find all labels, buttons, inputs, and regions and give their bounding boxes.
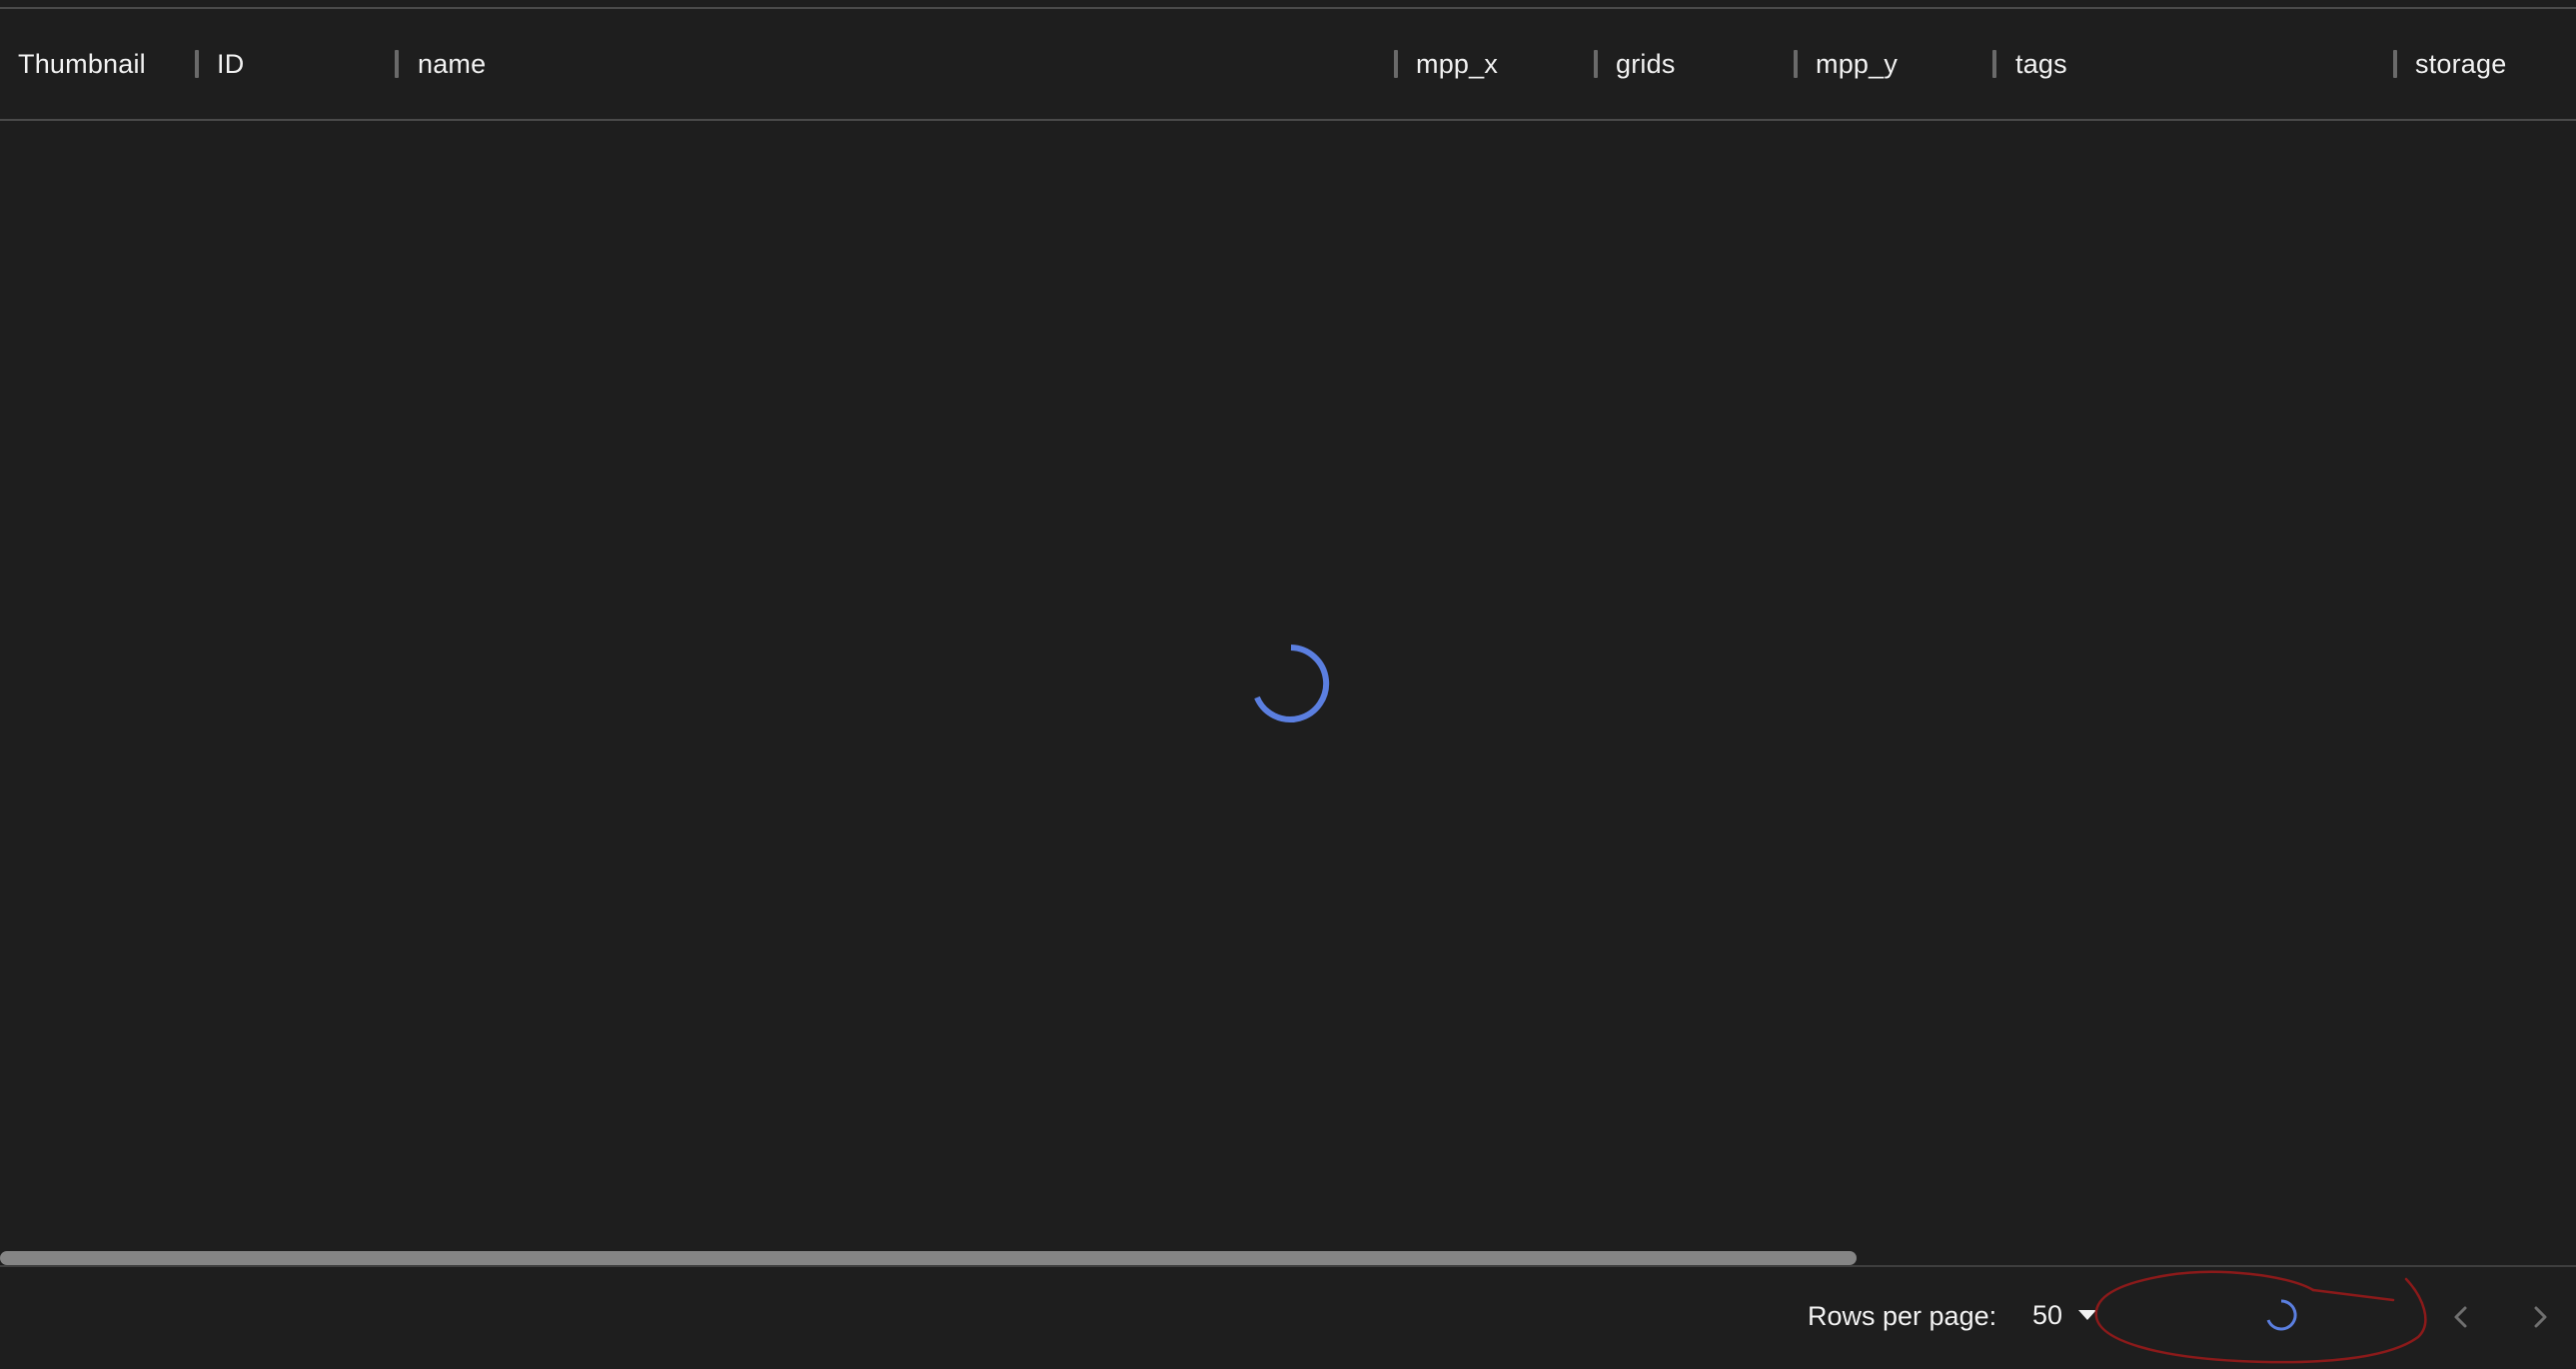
chevron-left-icon: [2454, 1306, 2467, 1328]
horizontal-scrollbar-thumb[interactable]: [0, 1251, 1857, 1265]
column-header-id[interactable]: ID: [217, 9, 244, 119]
table-footer: [0, 1265, 2576, 1369]
table-header-row: Thumbnail ID name mpp_x grids mpp_y tags…: [0, 9, 2576, 121]
data-table-page: Thumbnail ID name mpp_x grids mpp_y tags…: [0, 0, 2576, 1369]
column-header-label: grids: [1616, 48, 1676, 79]
column-resize-handle[interactable]: [395, 50, 399, 78]
column-resize-handle[interactable]: [1794, 50, 1798, 78]
column-header-label: storage: [2415, 48, 2507, 79]
column-header-label: mpp_y: [1816, 48, 1899, 79]
next-page-button[interactable]: [2518, 1295, 2562, 1339]
chevron-right-icon: [2534, 1306, 2547, 1328]
column-header-thumbnail[interactable]: Thumbnail: [18, 9, 146, 119]
column-resize-handle[interactable]: [195, 50, 199, 78]
column-header-label: ID: [217, 48, 245, 79]
previous-page-button[interactable]: [2439, 1295, 2483, 1339]
column-resize-handle[interactable]: [1992, 50, 1996, 78]
rows-per-page-label: Rows per page:: [1808, 1301, 1997, 1331]
column-header-label: mpp_x: [1416, 48, 1499, 79]
column-header-mpp-y[interactable]: mpp_y: [1816, 9, 1898, 119]
column-header-label: name: [418, 48, 487, 79]
column-header-mpp-x[interactable]: mpp_x: [1416, 9, 1498, 119]
loading-spinner-icon: [1254, 645, 1330, 722]
column-header-tags[interactable]: tags: [2015, 9, 2067, 119]
rows-per-page-value: 50: [2032, 1299, 2063, 1330]
caret-down-icon: [2078, 1310, 2097, 1320]
rows-per-page-select[interactable]: 50: [2032, 1295, 2097, 1335]
column-header-grids[interactable]: grids: [1616, 9, 1676, 119]
column-header-name[interactable]: name: [418, 9, 486, 119]
pagination-loading-spinner-icon: [2266, 1299, 2297, 1331]
column-resize-handle[interactable]: [2393, 50, 2397, 78]
column-resize-handle[interactable]: [1594, 50, 1598, 78]
column-resize-handle[interactable]: [1394, 50, 1398, 78]
column-header-label: Thumbnail: [18, 48, 146, 79]
column-header-label: tags: [2015, 48, 2067, 79]
column-header-storage[interactable]: storage: [2415, 9, 2506, 119]
